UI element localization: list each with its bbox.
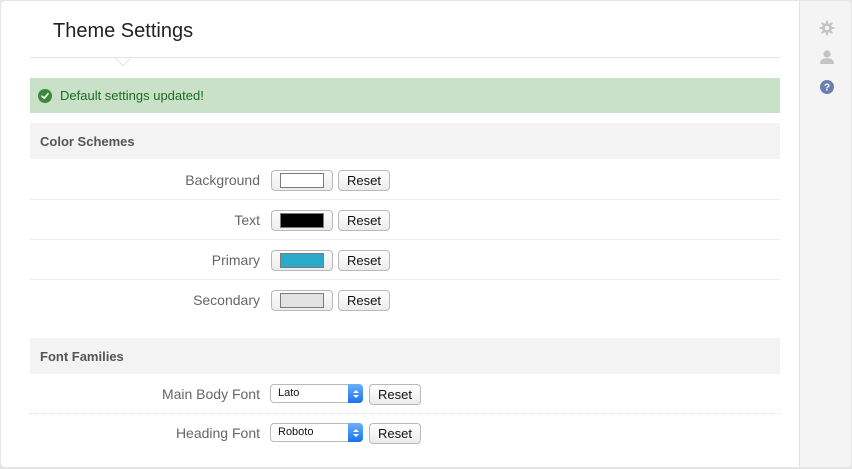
- background-color-picker[interactable]: [271, 170, 333, 191]
- select-arrows-icon: [348, 384, 363, 403]
- color-swatch: [280, 253, 324, 268]
- page-title: Theme Settings: [53, 20, 194, 42]
- gear-icon[interactable]: [819, 20, 835, 36]
- window: Theme Settings Default settings updated!…: [0, 0, 852, 469]
- font-label: Main Body Font: [161, 386, 260, 402]
- title-pointer: [114, 49, 132, 67]
- color-row-primary: Primary Reset: [30, 240, 780, 280]
- reset-text-button[interactable]: Reset: [338, 210, 390, 231]
- color-label: Text: [234, 212, 260, 228]
- color-label: Background: [185, 172, 260, 188]
- reset-background-button[interactable]: Reset: [338, 170, 390, 191]
- font-row-main-body: Main Body Font Lato Reset: [30, 374, 780, 414]
- heading-font-select[interactable]: Roboto: [270, 423, 363, 442]
- primary-color-picker[interactable]: [271, 250, 333, 271]
- title-divider: [30, 57, 780, 58]
- color-label: Secondary: [193, 292, 260, 308]
- section-font-families: Font Families: [30, 338, 780, 374]
- right-sidebar: ?: [799, 1, 851, 467]
- help-icon[interactable]: ?: [819, 79, 835, 95]
- color-row-background: Background Reset: [30, 160, 780, 200]
- text-color-picker[interactable]: [271, 210, 333, 231]
- section-color-schemes: Color Schemes: [30, 123, 780, 159]
- select-value: Lato: [278, 387, 300, 399]
- main-body-font-select[interactable]: Lato: [270, 384, 363, 403]
- color-row-secondary: Secondary Reset: [30, 280, 780, 320]
- font-row-heading: Heading Font Roboto Reset: [30, 413, 780, 453]
- svg-text:?: ?: [824, 83, 830, 94]
- select-arrows-icon: [348, 423, 363, 442]
- reset-secondary-button[interactable]: Reset: [338, 290, 390, 311]
- settings-panel: Theme Settings Default settings updated!…: [1, 1, 799, 467]
- secondary-color-picker[interactable]: [271, 290, 333, 311]
- color-swatch: [280, 293, 324, 308]
- reset-main-body-font-button[interactable]: Reset: [369, 384, 421, 405]
- alert-message: Default settings updated!: [60, 88, 204, 103]
- color-swatch: [280, 173, 324, 188]
- success-alert: Default settings updated!: [30, 78, 780, 113]
- color-label: Primary: [211, 252, 260, 268]
- reset-heading-font-button[interactable]: Reset: [369, 423, 421, 444]
- color-swatch: [280, 213, 324, 228]
- check-circle-icon: [38, 88, 52, 103]
- reset-primary-button[interactable]: Reset: [338, 250, 390, 271]
- color-row-text: Text Reset: [30, 200, 780, 240]
- select-value: Roboto: [278, 426, 314, 438]
- font-label: Heading Font: [175, 425, 260, 441]
- user-icon[interactable]: [819, 49, 835, 65]
